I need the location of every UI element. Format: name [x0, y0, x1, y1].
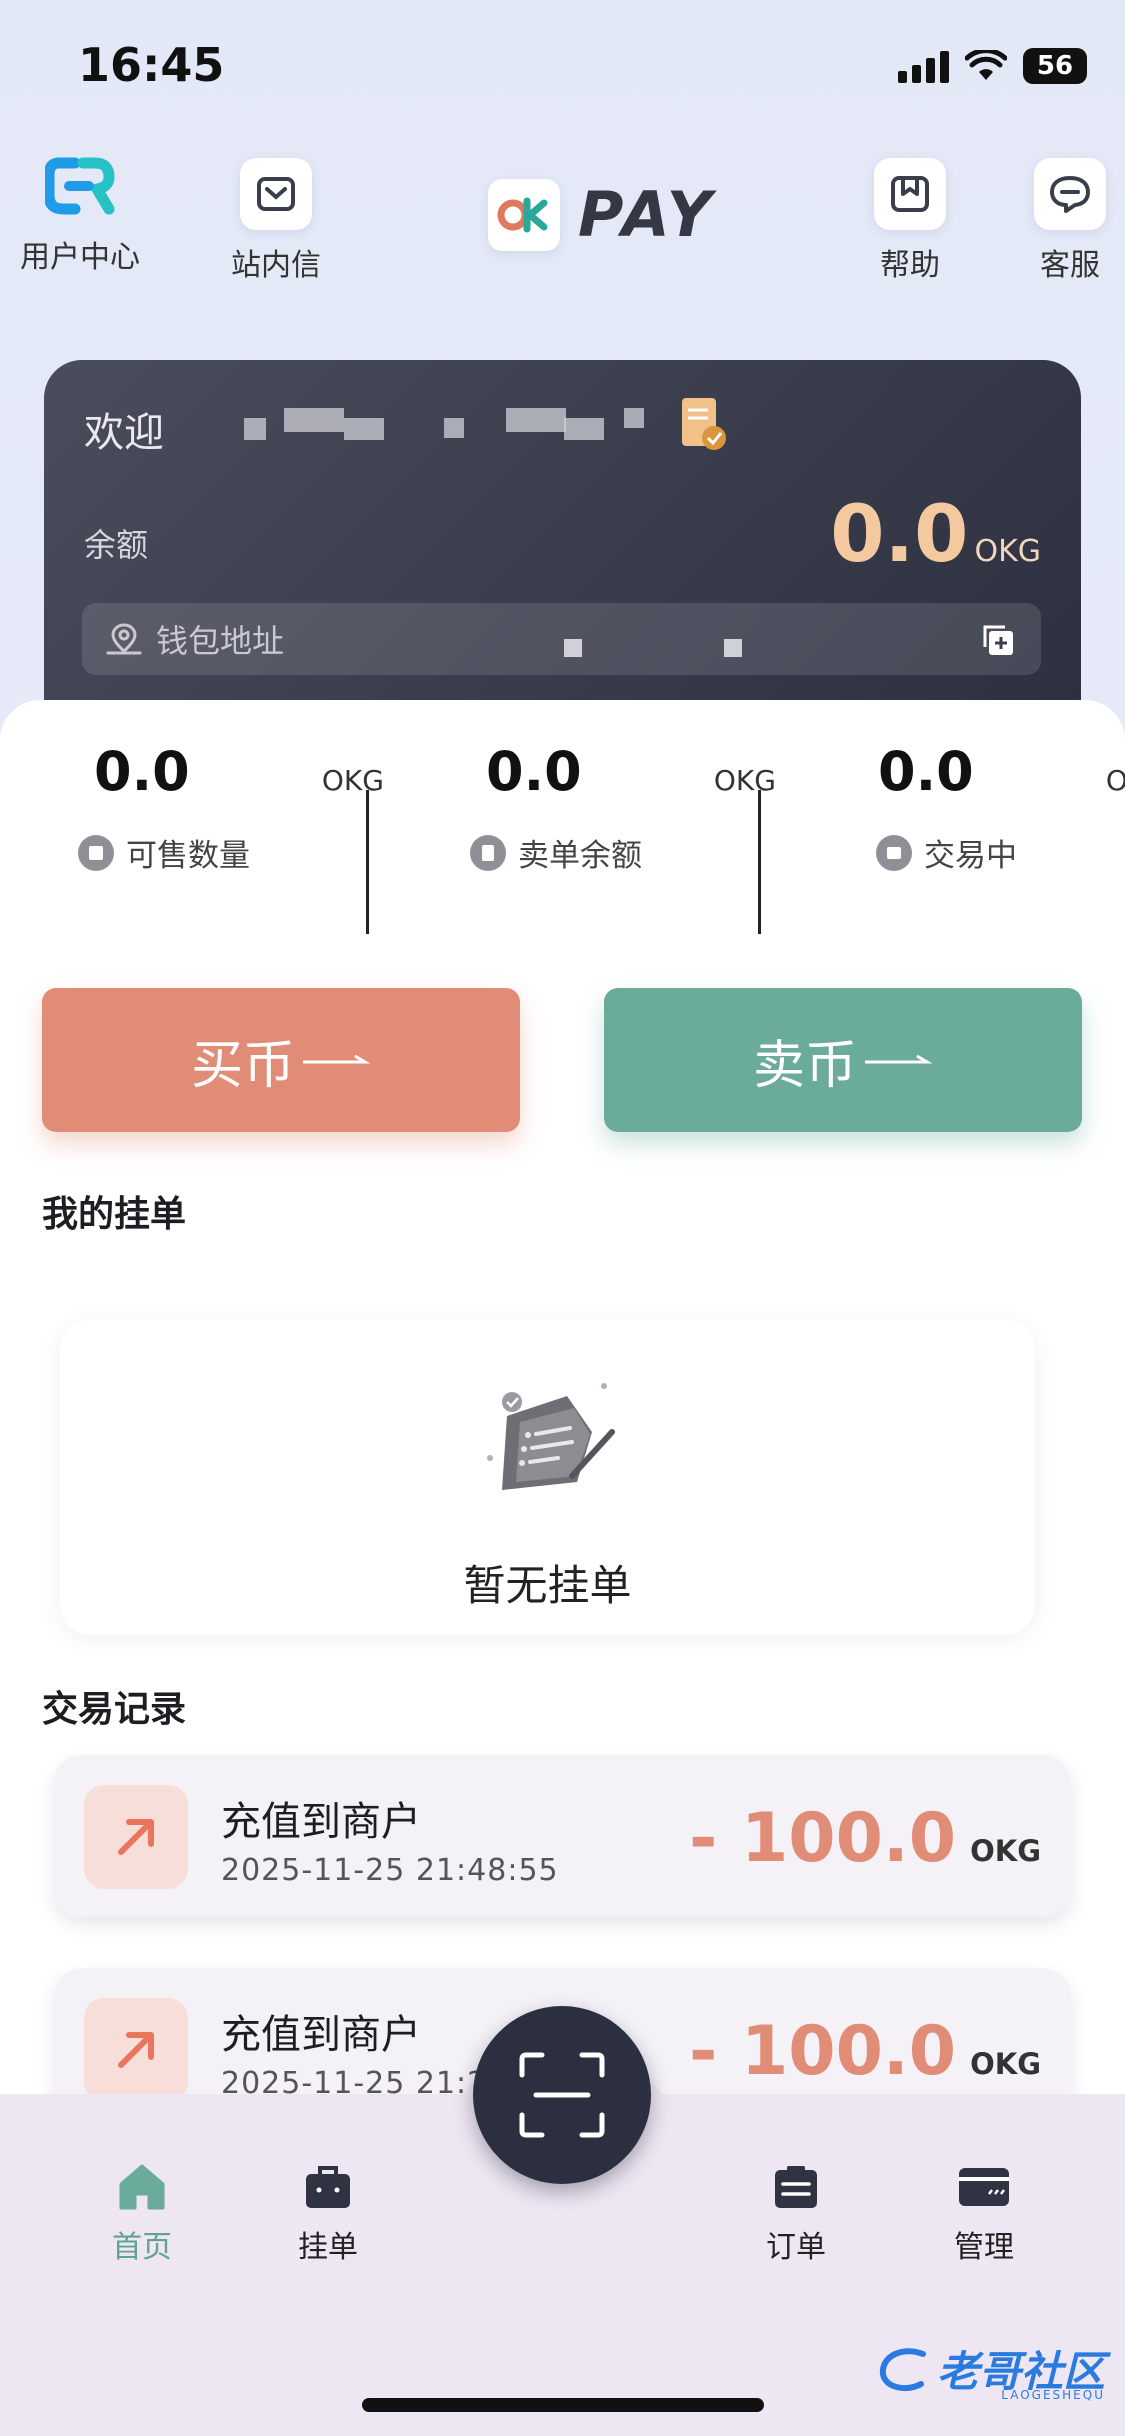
wallet-address-label: 钱包地址	[156, 622, 285, 660]
help-label: 帮助	[880, 248, 940, 283]
available-icon	[78, 834, 114, 871]
stat-available: 0.0 OKG 可售数量	[54, 740, 384, 890]
status-bar: 16:45 56	[0, 0, 1125, 130]
main-panel: 0.0 OKG 可售数量 0.0 OKG 卖单余额 0.0 OKG 交易中	[0, 700, 1125, 2130]
stat-trading-unit: OKG	[1105, 764, 1125, 797]
home-indicator	[362, 2398, 764, 2412]
empty-document-icon	[487, 1383, 615, 1490]
briefcase-icon	[306, 2166, 350, 2208]
scan-icon	[519, 2052, 605, 2138]
transaction-time: 2025-11-25 21:48:55	[221, 1853, 559, 1888]
transaction-row[interactable]: 充值到商户 2025-11-25 21:48:55 - 100.0 OKG	[54, 1755, 1071, 1917]
stat-divider	[366, 790, 369, 934]
status-time: 16:45	[78, 38, 225, 92]
status-icons: 56	[898, 48, 1087, 84]
support-label: 客服	[1040, 248, 1100, 283]
signal-icon	[898, 49, 949, 83]
app-logo: PAY	[488, 178, 716, 251]
my-orders-title: 我的挂单	[42, 1194, 187, 1235]
balance-unit: OKG	[974, 534, 1041, 569]
sell-coin-label: 卖币	[752, 1035, 857, 1096]
stat-divider	[758, 790, 761, 934]
watermark-sub: LAOGESHEQU	[1001, 2388, 1105, 2402]
stat-trading-value: 0.0	[878, 740, 974, 803]
empty-orders-card: 暂无挂单	[60, 1320, 1035, 1635]
messages-button[interactable]: 站内信	[206, 158, 346, 284]
tab-manage[interactable]: 管理	[914, 2160, 1054, 2266]
transaction-amount: - 100.0	[689, 1799, 957, 1878]
tab-listings[interactable]: 挂单	[258, 2160, 398, 2266]
scan-button[interactable]	[473, 2006, 651, 2184]
stat-sell-balance-unit: OKG	[713, 764, 776, 797]
stat-sell-balance: 0.0 OKG 卖单余额	[446, 740, 776, 890]
wifi-icon	[965, 50, 1007, 80]
username-redacted	[224, 398, 744, 458]
stats-row: 0.0 OKG 可售数量 0.0 OKG 卖单余额 0.0 OKG 交易中	[0, 740, 1125, 934]
welcome-text: 欢迎	[84, 410, 164, 456]
messages-label: 站内信	[231, 248, 321, 283]
card-icon	[959, 2168, 1009, 2206]
stat-trading-label: 交易中	[924, 838, 1017, 874]
stat-trading: 0.0 OKG 交易中	[838, 740, 1125, 890]
buy-coin-button[interactable]: 买币	[42, 988, 520, 1132]
inbox-icon	[240, 158, 312, 230]
stat-sell-balance-label: 卖单余额	[518, 838, 642, 874]
support-button[interactable]: 客服	[1000, 158, 1125, 284]
logo-text: PAY	[578, 178, 716, 251]
balance-label: 余额	[84, 526, 149, 564]
empty-orders-text: 暂无挂单	[463, 1561, 632, 1610]
dragon-logo-icon	[879, 2347, 926, 2391]
transaction-title: 充值到商户	[221, 2012, 421, 2058]
arrow-right-icon	[303, 1054, 371, 1064]
copy-icon[interactable]	[979, 621, 1017, 659]
chat-icon	[1034, 158, 1106, 230]
balance-display: 0.0 OKG	[830, 490, 1041, 580]
clipboard-icon	[775, 2166, 817, 2208]
tab-home[interactable]: 首页	[72, 2160, 212, 2266]
stat-sell-balance-value: 0.0	[486, 740, 582, 803]
stat-available-label: 可售数量	[126, 838, 250, 874]
buy-coin-label: 买币	[190, 1035, 295, 1096]
ok-logo-icon	[488, 178, 560, 251]
help-button[interactable]: 帮助	[840, 158, 980, 284]
user-center-button[interactable]: 用户中心	[10, 150, 150, 276]
verified-doc-icon	[682, 398, 726, 450]
tab-orders[interactable]: 订单	[726, 2160, 866, 2266]
tab-home-label: 首页	[112, 2230, 172, 2265]
tab-orders-label: 订单	[766, 2230, 826, 2265]
transaction-amount-group: - 100.0 OKG	[689, 2012, 1041, 2091]
address-redacted-2	[724, 639, 742, 657]
outgoing-arrow-icon	[84, 1785, 188, 1889]
user-center-label: 用户中心	[20, 240, 140, 275]
sell-coin-button[interactable]: 卖币	[604, 988, 1082, 1132]
stat-available-value: 0.0	[94, 740, 190, 803]
location-icon	[106, 623, 142, 655]
balance-value: 0.0	[830, 490, 969, 580]
transaction-unit: OKG	[970, 1834, 1041, 1868]
tab-manage-label: 管理	[954, 2230, 1014, 2265]
stat-available-unit: OKG	[321, 764, 384, 797]
user-center-icon	[44, 150, 116, 222]
address-redacted-1	[564, 639, 582, 657]
wallet-card: 欢迎 余额 0.0 OKG 钱包地址	[44, 360, 1081, 720]
tab-listings-label: 挂单	[298, 2230, 358, 2265]
wallet-address-field[interactable]: 钱包地址	[82, 603, 1041, 675]
arrow-right-icon	[865, 1054, 933, 1064]
top-nav: 用户中心 站内信 PAY 帮助 客服	[0, 150, 1125, 283]
sell-balance-icon	[470, 834, 506, 871]
transaction-title: 充值到商户	[221, 1799, 421, 1845]
trading-icon	[876, 834, 912, 871]
transaction-amount-group: - 100.0 OKG	[689, 1799, 1041, 1878]
outgoing-arrow-icon	[84, 1998, 188, 2102]
transactions-title: 交易记录	[42, 1689, 187, 1730]
home-icon	[119, 2164, 165, 2210]
help-book-icon	[874, 158, 946, 230]
transaction-amount: - 100.0	[689, 2012, 957, 2091]
battery-icon: 56	[1023, 48, 1087, 84]
transaction-unit: OKG	[970, 2047, 1041, 2081]
